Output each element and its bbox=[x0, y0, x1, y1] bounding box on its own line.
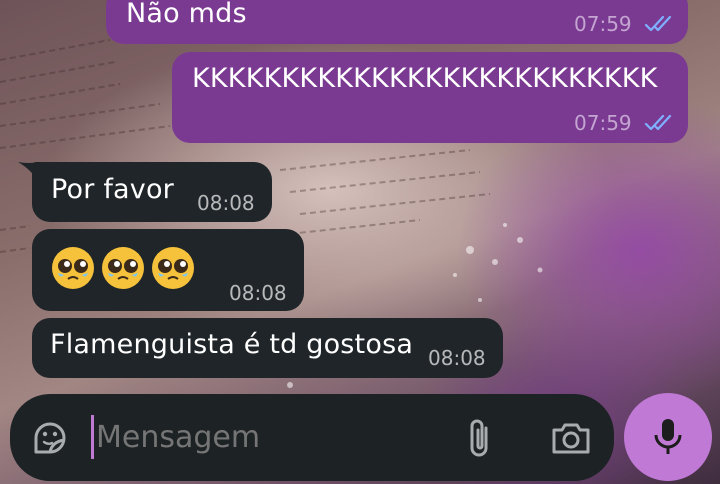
message-input[interactable] bbox=[94, 412, 436, 462]
message-time: 08:08 bbox=[428, 346, 486, 370]
message-time: 07:59 bbox=[574, 111, 632, 135]
message-text: Flamenguista é td gostosa bbox=[50, 329, 414, 360]
message-time: 07:59 bbox=[574, 12, 632, 36]
voice-record-button[interactable] bbox=[624, 393, 712, 481]
double-check-icon bbox=[644, 114, 672, 131]
message-text: Não mds bbox=[126, 0, 247, 29]
attach-icon[interactable] bbox=[462, 416, 498, 460]
message-composer bbox=[10, 394, 614, 481]
double-check-icon bbox=[644, 15, 672, 32]
pleading-face-icon bbox=[52, 247, 94, 289]
message-time: 08:08 bbox=[229, 281, 287, 305]
message-text: Por favor bbox=[51, 174, 174, 205]
pleading-face-icon bbox=[102, 247, 144, 289]
message-time: 08:08 bbox=[197, 191, 255, 215]
sticker-icon[interactable] bbox=[30, 418, 70, 458]
message-bubble-incoming[interactable]: Flamenguista é td gostosa 08:08 bbox=[32, 318, 503, 378]
pleading-face-icon bbox=[152, 247, 194, 289]
message-text: KKKKKKKKKKKKKKKKKKKKKKKKKK bbox=[192, 63, 658, 94]
message-bubble-incoming[interactable]: 08:08 bbox=[32, 229, 304, 311]
mic-icon bbox=[654, 419, 682, 454]
message-bubble-outgoing[interactable]: Não mds 07:59 bbox=[106, 0, 688, 44]
message-bubble-outgoing[interactable]: KKKKKKKKKKKKKKKKKKKKKKKKKK 07:59 bbox=[172, 52, 688, 143]
camera-icon[interactable] bbox=[550, 420, 592, 456]
message-bubble-incoming[interactable]: Por favor 08:08 bbox=[32, 162, 272, 222]
